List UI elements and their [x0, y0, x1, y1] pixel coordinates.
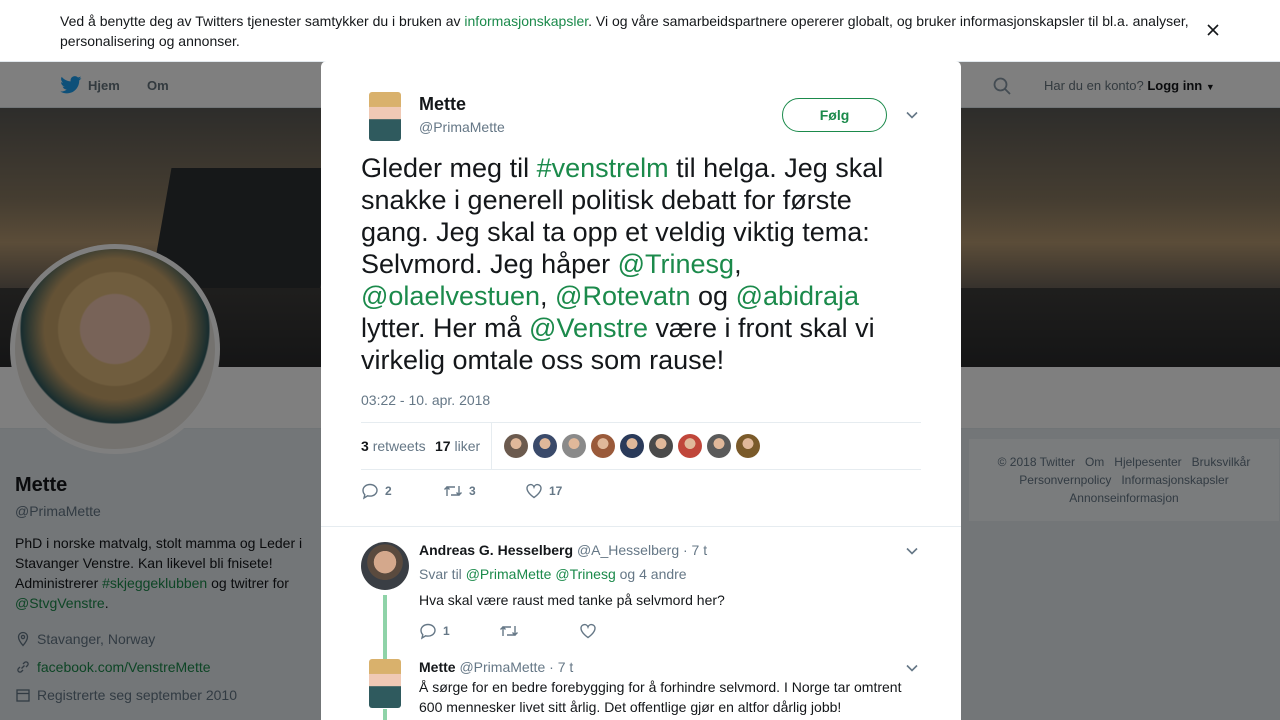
tweet-header: Mette @PrimaMette Følg [361, 92, 921, 142]
reply-action[interactable]: 1 [419, 622, 499, 640]
cookie-text: Ved å benytte deg av Twitters tjenester … [60, 11, 1200, 51]
reply-author-name[interactable]: Mette [419, 659, 456, 675]
reply-time[interactable]: · 7 t [549, 659, 573, 675]
reply-icon [362, 483, 378, 500]
liker-avatar[interactable] [707, 434, 731, 458]
chevron-down-icon[interactable] [905, 108, 919, 122]
tweet-text-segment: , [540, 281, 556, 311]
reply-reply-count: 1 [443, 624, 450, 638]
liker-avatars [504, 434, 760, 458]
like-count: 17 [549, 484, 563, 498]
tweet-link[interactable]: @abidraja [736, 281, 859, 311]
liker-avatar[interactable] [736, 434, 760, 458]
reply-action[interactable]: 2 [361, 481, 443, 501]
chevron-down-icon[interactable] [905, 544, 919, 558]
tweet-modal: Mette @PrimaMette Følg Gleder meg til #v… [321, 61, 961, 720]
retweets-stat[interactable]: 3 retweets [361, 438, 426, 454]
reply-to: Svar til @PrimaMette @Trinesg og 4 andre [419, 566, 687, 582]
reply-author-handle[interactable]: @A_Hesselberg [577, 542, 679, 558]
tweet-link[interactable]: @Venstre [529, 313, 648, 343]
cookie-close-icon[interactable] [1205, 22, 1221, 38]
retweet-icon [444, 486, 462, 496]
retweet-action[interactable]: 3 [443, 481, 525, 501]
liker-avatar[interactable] [533, 434, 557, 458]
reply-to-mentions[interactable]: @PrimaMette @Trinesg [466, 566, 616, 582]
likes-stat[interactable]: 17 liker [435, 438, 480, 454]
reply-text: Å sørge for en bedre forebygging for å f… [419, 679, 902, 715]
author-avatar[interactable] [369, 92, 401, 141]
modal-close-icon[interactable] [1234, 12, 1260, 38]
retweet-action[interactable] [499, 622, 579, 640]
reply-author-handle[interactable]: @PrimaMette [459, 659, 545, 675]
reply-icon [420, 623, 436, 640]
reply-count: 2 [385, 484, 392, 498]
tweet-actions: 2 3 17 [361, 481, 562, 501]
tweet-text-segment: og [690, 281, 736, 311]
tweet-text-segment: lytter. Her må [361, 313, 530, 343]
replies-separator [321, 517, 961, 527]
reply-avatar[interactable] [369, 659, 401, 708]
retweet-icon [500, 626, 518, 636]
thread-connector [383, 709, 387, 720]
author-handle[interactable]: @PrimaMette [419, 119, 505, 135]
reply-header: Andreas G. Hesselberg @A_Hesselberg · 7 … [419, 542, 707, 558]
tweet-stats: 3 retweets 17 liker [361, 422, 921, 470]
liker-avatar[interactable] [591, 434, 615, 458]
tweet-link[interactable]: @olaelvestuen [361, 281, 540, 311]
reply-to-label: Svar til [419, 566, 466, 582]
liker-avatar[interactable] [620, 434, 644, 458]
like-action[interactable] [579, 622, 597, 640]
liker-avatar[interactable] [562, 434, 586, 458]
retweets-count: 3 [361, 438, 369, 454]
chevron-down-icon[interactable] [905, 661, 919, 675]
tweet-link[interactable]: #venstrelm [537, 153, 669, 183]
reply-to-rest: og 4 andre [615, 566, 687, 582]
cookie-banner: Ved å benytte deg av Twitters tjenester … [0, 0, 1280, 62]
follow-button[interactable]: Følg [782, 98, 887, 132]
retweets-label: retweets [372, 438, 426, 454]
liker-avatar[interactable] [504, 434, 528, 458]
cookie-link[interactable]: informasjonskapsler [464, 13, 588, 29]
liker-avatar[interactable] [678, 434, 702, 458]
heart-icon [580, 623, 596, 639]
reply-time[interactable]: · 7 t [683, 542, 707, 558]
author-name[interactable]: Mette [419, 94, 466, 115]
tweet-timestamp[interactable]: 03:22 - 10. apr. 2018 [361, 392, 490, 408]
heart-icon [526, 483, 542, 499]
tweet-text-segment: , [734, 249, 742, 279]
retweet-count: 3 [469, 484, 476, 498]
cookie-text-before: Ved å benytte deg av Twitters tjenester … [60, 13, 465, 29]
likes-label: liker [454, 438, 481, 454]
reply-header: Mette @PrimaMette · 7 t [419, 659, 573, 675]
reply-text: Hva skal være raust med tanke på selvmor… [419, 592, 725, 608]
stats-divider [491, 423, 492, 470]
liker-avatar[interactable] [649, 434, 673, 458]
tweet-text-segment: Gleder meg til [361, 153, 537, 183]
reply-avatar[interactable] [361, 542, 409, 590]
likes-count: 17 [435, 438, 451, 454]
reply-actions: 1 [419, 622, 597, 640]
reply-author-name[interactable]: Andreas G. Hesselberg [419, 542, 573, 558]
tweet-link[interactable]: @Rotevatn [555, 281, 690, 311]
like-action[interactable]: 17 [525, 481, 562, 501]
tweet-text: Gleder meg til #venstrelm til helga. Jeg… [361, 152, 921, 376]
tweet-link[interactable]: @Trinesg [618, 249, 734, 279]
